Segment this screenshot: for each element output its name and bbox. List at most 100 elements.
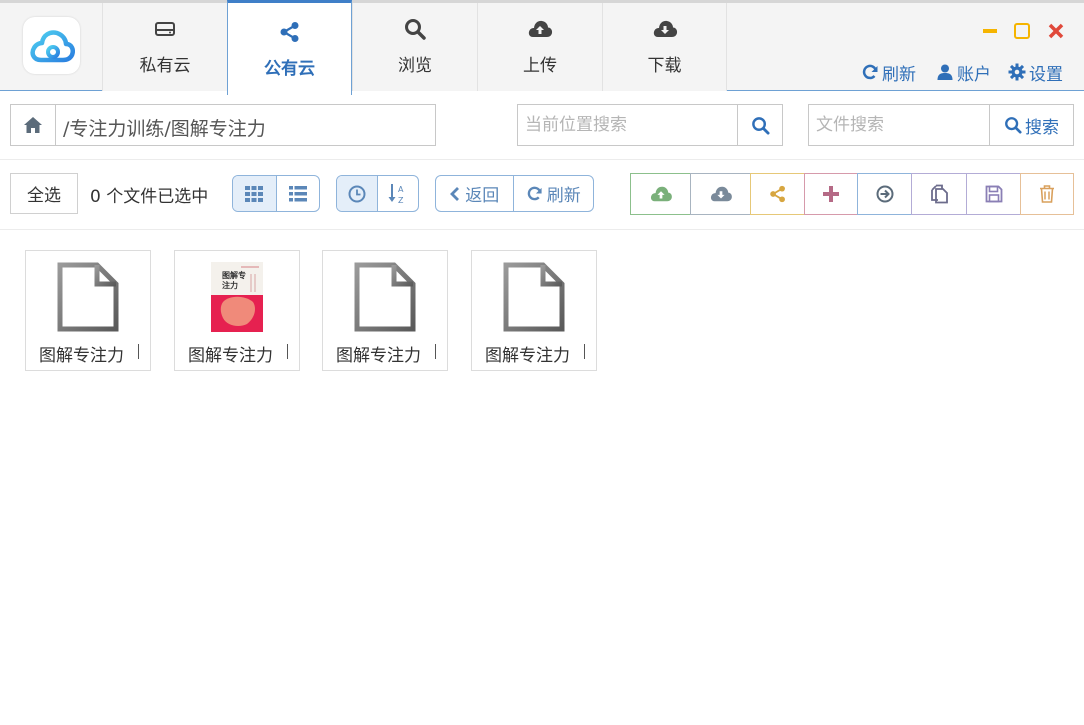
chevron-left-icon: [450, 186, 460, 201]
grid-icon: [245, 185, 264, 202]
copy-action-button[interactable]: [911, 173, 967, 215]
sort-alpha-icon: AZ: [388, 183, 404, 205]
maximize-icon: [1014, 23, 1030, 39]
search-icon: [1005, 117, 1022, 134]
tab-private-cloud[interactable]: 私有云: [102, 3, 227, 91]
tab-label: 浏览: [398, 56, 432, 76]
selected-count: 0 个文件已选中: [90, 187, 209, 207]
sort-by-time-button[interactable]: [337, 176, 378, 211]
document-icon: [472, 262, 596, 332]
text-cursor: [435, 344, 436, 359]
share-icon: [228, 20, 351, 44]
nav-group: 返回 刷新: [435, 175, 594, 212]
location-search-input[interactable]: [518, 105, 736, 145]
file-search-label: 搜索: [1025, 117, 1059, 138]
plus-icon: [823, 186, 839, 202]
file-item[interactable]: 图解专注力 图解专注力: [174, 250, 300, 371]
path-breadcrumb: /专注力训练/图解专注力: [10, 104, 436, 146]
tab-upload[interactable]: 上传: [477, 3, 602, 91]
refresh-icon: [862, 64, 878, 80]
list-view-button[interactable]: [277, 176, 320, 211]
tab-label: 下载: [647, 56, 682, 76]
file-item[interactable]: 图解专注力: [322, 250, 448, 371]
tab-label: 私有云: [139, 56, 191, 76]
drive-icon: [103, 17, 227, 41]
close-icon: [1048, 23, 1064, 39]
sort-by-name-button[interactable]: AZ: [378, 176, 419, 211]
select-all-button[interactable]: 全选: [10, 173, 78, 214]
divider: [0, 159, 1084, 160]
refresh-icon: [527, 186, 542, 201]
save-action-button[interactable]: [966, 173, 1021, 215]
cloud-upload-icon: [478, 17, 602, 41]
minimize-button[interactable]: [980, 21, 1000, 41]
user-icon: [937, 64, 953, 80]
text-cursor: [584, 344, 585, 359]
svg-text:A: A: [398, 185, 404, 194]
tab-label: 公有云: [264, 59, 315, 79]
account-button[interactable]: 账户: [936, 61, 991, 85]
file-name: 图解专注力: [336, 346, 421, 366]
sort-toggle: AZ: [336, 175, 419, 212]
refresh-button[interactable]: 刷新: [514, 176, 593, 211]
move-action-button[interactable]: [857, 173, 912, 215]
search-icon: [751, 116, 770, 135]
search-icon: [353, 17, 477, 41]
tab-label: 上传: [523, 56, 557, 76]
close-button[interactable]: [1046, 21, 1066, 41]
refresh-label: 刷新: [546, 186, 581, 206]
share-action-button[interactable]: [750, 173, 805, 215]
top-bar: 私有云 公有云 浏览 上传 下载 刷新 账户 设置: [0, 0, 1084, 95]
maximize-button[interactable]: [1012, 21, 1032, 41]
top-refresh-label: 刷新: [882, 64, 916, 85]
svg-text:Z: Z: [398, 196, 404, 205]
upload-action-button[interactable]: [630, 173, 691, 215]
trash-icon: [1040, 185, 1054, 203]
file-name: 图解专注力: [188, 346, 273, 366]
list-icon: [288, 185, 307, 201]
text-cursor: [287, 344, 288, 359]
copy-icon: [931, 184, 948, 204]
file-search: 搜索: [808, 104, 1074, 146]
tab-browse[interactable]: 浏览: [352, 3, 477, 91]
action-toolbar: [630, 173, 1074, 215]
file-name: 图解专注力: [485, 346, 570, 366]
cloud-download-icon: [710, 186, 732, 202]
file-search-input[interactable]: [809, 105, 989, 145]
file-item[interactable]: 图解专注力: [25, 250, 151, 371]
file-name: 图解专注力: [39, 346, 124, 366]
back-label: 返回: [465, 186, 500, 206]
document-icon: [323, 262, 447, 332]
cloud-upload-icon: [650, 186, 672, 202]
home-icon: [24, 117, 42, 133]
new-action-button[interactable]: [804, 173, 858, 215]
file-item[interactable]: 图解专注力: [471, 250, 597, 371]
tab-public-cloud[interactable]: 公有云: [227, 0, 352, 95]
clock-icon: [348, 185, 366, 202]
back-button[interactable]: 返回: [436, 176, 514, 211]
grid-view-button[interactable]: [233, 176, 277, 211]
settings-label: 设置: [1029, 64, 1063, 85]
app-logo: [23, 17, 80, 74]
cover-title: 图解专注力: [222, 271, 246, 290]
text-cursor: [138, 344, 139, 359]
home-button[interactable]: [11, 105, 56, 145]
account-label: 账户: [957, 64, 991, 85]
tab-download[interactable]: 下载: [602, 3, 727, 91]
current-path: /专注力训练/图解专注力: [63, 118, 266, 140]
view-mode-toggle: [232, 175, 320, 212]
save-icon: [985, 185, 1002, 203]
share-icon: [769, 185, 785, 203]
location-search-button[interactable]: [737, 105, 782, 145]
move-icon: [876, 185, 893, 203]
cloud-download-icon: [603, 17, 726, 41]
download-action-button[interactable]: [690, 173, 751, 215]
document-icon: [26, 262, 150, 332]
file-search-button[interactable]: 搜索: [989, 105, 1073, 145]
top-refresh-button[interactable]: 刷新: [861, 61, 916, 85]
gear-icon: [1008, 63, 1026, 81]
settings-button[interactable]: 设置: [1008, 61, 1063, 85]
delete-action-button[interactable]: [1020, 173, 1074, 215]
location-search: [517, 104, 783, 146]
divider: [0, 229, 1084, 230]
